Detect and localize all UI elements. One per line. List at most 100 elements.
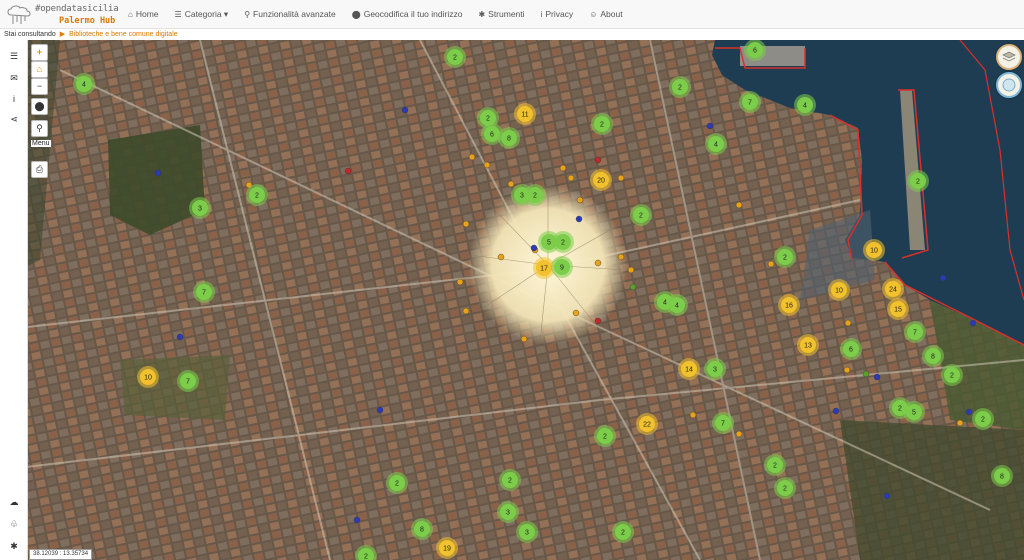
marker-cluster[interactable]: 10 (863, 239, 885, 261)
menu-label[interactable]: Menu (31, 140, 51, 147)
poi-marker[interactable] (629, 283, 637, 291)
poi-marker[interactable] (969, 319, 977, 327)
marker-cluster[interactable]: 16 (778, 294, 800, 316)
marker-cluster[interactable]: 2 (612, 521, 634, 543)
poi-marker[interactable] (154, 169, 162, 177)
poi-marker[interactable] (353, 516, 361, 524)
poi-marker[interactable] (567, 174, 575, 182)
marker-cluster[interactable]: 7 (739, 91, 761, 113)
marker-cluster[interactable]: 7 (904, 321, 926, 343)
marker-cluster[interactable]: 2 (907, 170, 929, 192)
menu-item-5[interactable]: i Privacy (541, 9, 574, 19)
marker-cluster[interactable]: 2 (630, 204, 652, 226)
menu-item-4[interactable]: ✱ Strumenti (478, 9, 524, 19)
menu-item-2[interactable]: ⚲ Funzionalità avanzate (244, 9, 336, 19)
poi-marker[interactable] (862, 370, 870, 378)
marker-cluster[interactable]: 2 (594, 425, 616, 447)
poi-marker[interactable] (401, 106, 409, 114)
map-canvas[interactable]: 2 6 4 2 7 4 11 2 2 6 8 4 20 2 2 3 2 3 2 5 2 10 2 17 9 7 24 10 4 4 16 15… (0, 40, 1024, 560)
marker-cluster[interactable]: 2 (499, 469, 521, 491)
marker-cluster[interactable]: 10 (137, 366, 159, 388)
poi-marker[interactable] (706, 122, 714, 130)
marker-cluster[interactable]: 5 (903, 401, 925, 423)
marker-cluster[interactable]: 4 (666, 294, 688, 316)
marker-cluster[interactable]: 3 (497, 501, 519, 523)
poi-marker[interactable] (735, 201, 743, 209)
marker-cluster[interactable]: 2 (774, 246, 796, 268)
marker-cluster[interactable]: 2 (444, 46, 466, 68)
marker-cluster[interactable]: 7 (177, 370, 199, 392)
layers-button[interactable] (996, 44, 1022, 70)
poi-marker[interactable] (594, 317, 602, 325)
marker-cluster[interactable]: 20 (590, 169, 612, 191)
zoom-out-button[interactable]: − (31, 78, 48, 95)
poi-marker[interactable] (176, 333, 184, 341)
marker-cluster[interactable]: 6 (840, 338, 862, 360)
locate-button[interactable]: ⬤ (31, 98, 48, 115)
poi-marker[interactable] (594, 259, 602, 267)
poi-marker[interactable] (832, 407, 840, 415)
poi-marker[interactable] (594, 156, 602, 164)
info-icon[interactable]: i (8, 93, 20, 105)
poi-marker[interactable] (483, 161, 491, 169)
marker-cluster[interactable]: 2 (552, 231, 574, 253)
poi-marker[interactable] (497, 253, 505, 261)
poi-marker[interactable] (344, 167, 352, 175)
gear-icon[interactable]: ✱ (8, 540, 20, 552)
menu-item-0[interactable]: ⌂ Home (128, 9, 159, 19)
marker-cluster[interactable]: 19 (436, 537, 458, 559)
marker-cluster[interactable]: 8 (498, 127, 520, 149)
poi-marker[interactable] (462, 220, 470, 228)
poi-marker[interactable] (843, 366, 851, 374)
marker-cluster[interactable]: 2 (764, 454, 786, 476)
poi-marker[interactable] (617, 253, 625, 261)
poi-marker[interactable] (530, 244, 538, 252)
poi-marker[interactable] (956, 419, 964, 427)
poi-marker[interactable] (456, 278, 464, 286)
poi-marker[interactable] (559, 164, 567, 172)
marker-cluster[interactable]: 8 (411, 518, 433, 540)
hamburger-menu-icon[interactable]: ☰ (8, 50, 20, 62)
marker-cluster[interactable]: 24 (882, 278, 904, 300)
marker-cluster[interactable]: 22 (636, 413, 658, 435)
poi-marker[interactable] (507, 180, 515, 188)
marker-cluster[interactable]: 3 (516, 521, 538, 543)
poi-marker[interactable] (468, 153, 476, 161)
marker-cluster[interactable]: 2 (774, 477, 796, 499)
poi-marker[interactable] (689, 411, 697, 419)
poi-marker[interactable] (627, 266, 635, 274)
marker-cluster[interactable]: 2 (246, 184, 268, 206)
cloud-icon[interactable]: ☁ (8, 496, 20, 508)
menu-item-3[interactable]: ⬤ Geocodifica il tuo indirizzo (352, 9, 463, 19)
marker-cluster[interactable]: 2 (386, 472, 408, 494)
home-view-button[interactable]: ⌂ (31, 61, 48, 78)
poi-marker[interactable] (767, 260, 775, 268)
globe-button[interactable] (996, 72, 1022, 98)
search-map-button[interactable]: ⚲ (31, 120, 48, 137)
marker-cluster[interactable]: 2 (941, 364, 963, 386)
marker-cluster[interactable]: 2 (972, 408, 994, 430)
marker-cluster[interactable]: 2 (524, 184, 546, 206)
marker-cluster[interactable]: 11 (514, 103, 536, 125)
marker-cluster[interactable]: 10 (828, 279, 850, 301)
marker-cluster[interactable]: 7 (712, 412, 734, 434)
marker-cluster[interactable]: 15 (887, 298, 909, 320)
print-button[interactable]: ⎙ (31, 161, 48, 178)
menu-item-6[interactable]: ☺ About (589, 9, 622, 19)
share-icon[interactable]: ⋖ (8, 113, 20, 125)
seedling-icon[interactable]: ♧ (8, 518, 20, 530)
marker-cluster[interactable]: 13 (797, 334, 819, 356)
breadcrumb-current[interactable]: Biblioteche e bene comune digitale (69, 31, 178, 38)
poi-marker[interactable] (376, 406, 384, 414)
brand-logo[interactable]: #opendatasicilia Palermo Hub (6, 2, 124, 26)
poi-marker[interactable] (576, 196, 584, 204)
poi-marker[interactable] (844, 319, 852, 327)
marker-cluster[interactable]: 4 (73, 73, 95, 95)
poi-marker[interactable] (873, 373, 881, 381)
zoom-in-button[interactable]: + (31, 44, 48, 61)
marker-cluster[interactable]: 4 (794, 94, 816, 116)
poi-marker[interactable] (572, 309, 580, 317)
marker-cluster[interactable]: 14 (678, 358, 700, 380)
poi-marker[interactable] (520, 335, 528, 343)
marker-cluster[interactable]: 6 (744, 40, 766, 61)
